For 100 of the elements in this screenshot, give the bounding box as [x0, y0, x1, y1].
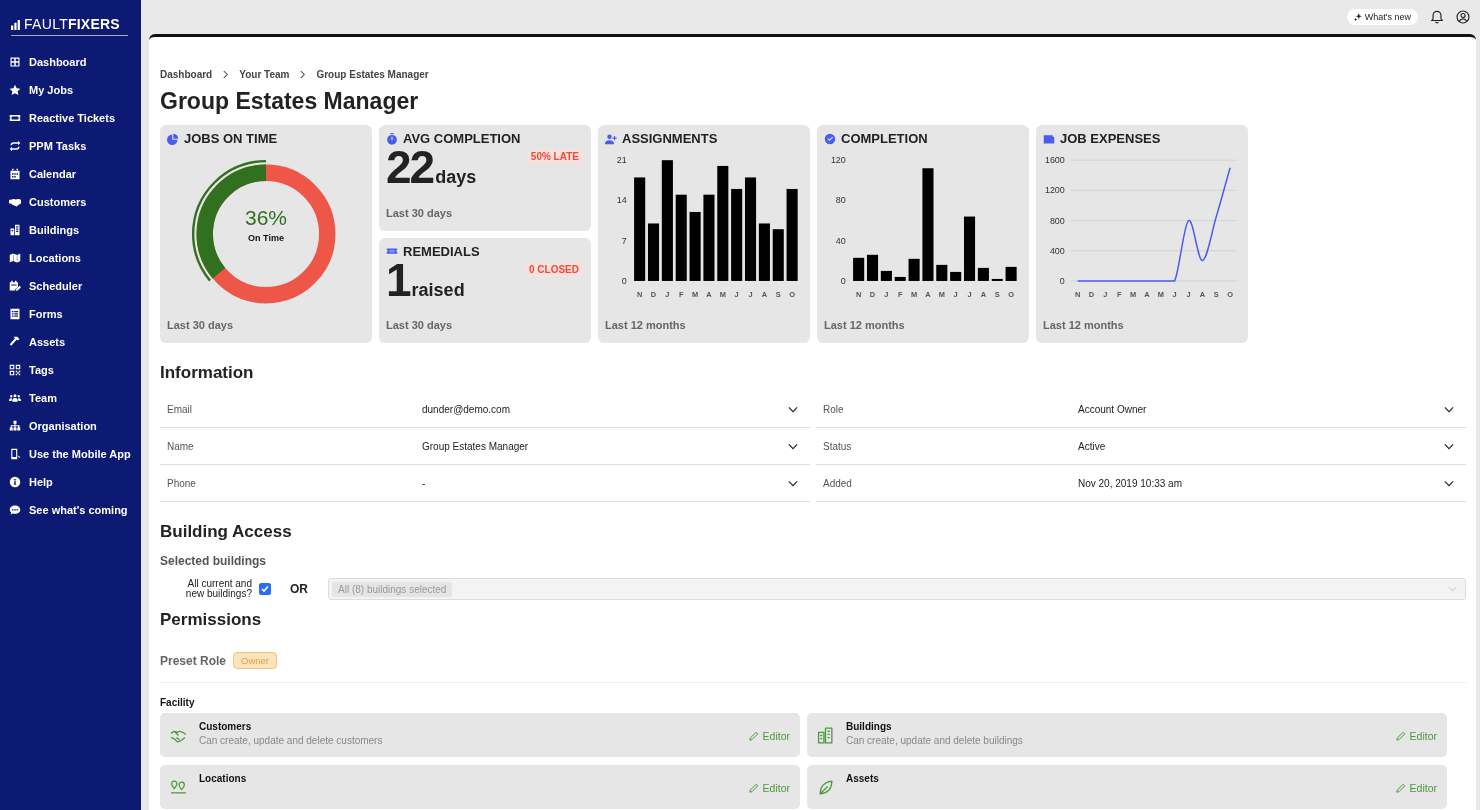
breadcrumb-link[interactable]: Group Estates Manager	[316, 69, 429, 80]
sidebar-item[interactable]: Tags	[0, 356, 141, 384]
sidebar-item[interactable]: Calendar	[0, 160, 141, 188]
calendar-icon	[9, 168, 21, 180]
sidebar-item[interactable]: Buildings	[0, 216, 141, 244]
bar	[772, 229, 784, 281]
person-add-icon	[605, 132, 617, 145]
stat-unit: raised	[411, 279, 465, 301]
ticket-icon	[9, 112, 21, 124]
sidebar-item[interactable]: Organisation	[0, 412, 141, 440]
sidebar-item[interactable]: My Jobs	[0, 76, 141, 104]
repeat-icon	[9, 140, 21, 152]
card-footer: Last 30 days	[167, 319, 365, 337]
whats-new-button[interactable]: What's new	[1346, 9, 1418, 25]
sidebar-item[interactable]: Scheduler	[0, 272, 141, 300]
pencil-icon	[748, 731, 759, 741]
role-badge: Owner	[233, 652, 277, 669]
field-label: Preset Role	[160, 653, 227, 668]
card-title: AVG COMPLETION	[403, 131, 521, 146]
qr-code-icon	[9, 364, 21, 376]
bar	[894, 276, 906, 281]
stat-value: 1	[386, 256, 410, 303]
field-value: Nov 20, 2019 10:33 am	[1078, 477, 1183, 489]
sidebar-item[interactable]: Help	[0, 468, 141, 496]
hierarchy-icon	[9, 420, 21, 432]
sidebar-item[interactable]: Assets	[0, 328, 141, 356]
sidebar-item[interactable]: PPM Tasks	[0, 132, 141, 160]
card-footer: Last 30 days	[386, 319, 584, 337]
info-row[interactable]: Added Nov 20, 2019 10:33 am	[816, 465, 1466, 502]
sidebar-item[interactable]: See what's coming	[0, 496, 141, 524]
section-heading: Information	[160, 363, 255, 383]
info-row[interactable]: Status Active	[816, 428, 1466, 465]
chevron-down-icon[interactable]	[788, 479, 798, 487]
group-heading: Facility	[160, 697, 196, 708]
speech-bubble-icon	[9, 504, 21, 516]
sidebar-item[interactable]: Use the Mobile App	[0, 440, 141, 468]
people-icon	[9, 392, 21, 404]
axis-label: 7	[621, 235, 627, 246]
bar	[991, 278, 1003, 281]
pencil-icon	[748, 783, 759, 793]
ticket-icon	[386, 245, 398, 257]
info-row[interactable]: Name Group Estates Manager	[160, 428, 810, 465]
percentage-reading: 36%	[245, 206, 287, 230]
logo-text: FAULT	[24, 16, 69, 32]
list-icon	[9, 308, 21, 320]
field-label: Added	[823, 477, 853, 489]
logo[interactable]: FAULTFIXERS	[11, 16, 128, 36]
calendar-edit-icon	[9, 280, 21, 292]
card-title: JOB EXPENSES	[1060, 131, 1161, 146]
axis-label: 400	[1049, 245, 1065, 256]
chevron-down-icon[interactable]	[1444, 405, 1454, 413]
checkbox[interactable]	[259, 583, 271, 595]
axis-label: 120	[830, 155, 846, 166]
axis-label: 0	[1059, 275, 1065, 286]
chevron-down-icon[interactable]	[1444, 479, 1454, 487]
chevron-down-icon	[1448, 586, 1457, 592]
selection-chip: All (8) buildings selected	[332, 581, 453, 597]
status-badge: 50% LATE	[525, 150, 584, 163]
bell-icon[interactable]	[1430, 10, 1444, 24]
bar	[950, 271, 962, 281]
building-icon	[817, 727, 834, 744]
building-icon	[9, 224, 21, 236]
chevron-right-icon	[299, 70, 307, 79]
sidebar-item[interactable]: Dashboard	[0, 48, 141, 76]
grid-icon	[9, 56, 21, 68]
info-row[interactable]: Phone -	[160, 465, 810, 502]
user-circle-icon[interactable]	[1456, 10, 1470, 24]
pie-chart-icon	[167, 132, 179, 145]
info-row[interactable]: Email dunder@demo.com	[160, 391, 810, 428]
pencil-icon	[1395, 783, 1406, 793]
sidebar-item[interactable]: Customers	[0, 188, 141, 216]
sidebar-item[interactable]: Team	[0, 384, 141, 412]
chevron-down-icon[interactable]	[1444, 442, 1454, 450]
card-footer: Last 30 days	[386, 206, 584, 225]
chevron-down-icon[interactable]	[788, 442, 798, 450]
chevron-down-icon[interactable]	[788, 405, 798, 413]
stat-unit: days	[435, 167, 477, 188]
sidebar-item[interactable]: Locations	[0, 244, 141, 272]
info-row[interactable]: Role Account Owner	[816, 391, 1466, 428]
stopwatch-icon	[386, 132, 398, 145]
sidebar-item[interactable]: Forms	[0, 300, 141, 328]
field-label: Email	[167, 403, 193, 415]
permission-title: Customers	[199, 721, 253, 732]
axis-label: 14	[616, 195, 627, 206]
field-value: Account Owner	[1078, 403, 1148, 415]
card-footer: Last 12 months	[824, 319, 1022, 337]
bar-chart-icon	[11, 18, 20, 30]
bar	[689, 211, 701, 281]
section-heading: Building Access	[160, 522, 293, 542]
permission-title: Locations	[199, 773, 247, 784]
sidebar-item[interactable]: Reactive Tickets	[0, 104, 141, 132]
status-badge: 0 CLOSED	[524, 262, 584, 276]
breadcrumb-link[interactable]: Your Team	[239, 69, 290, 80]
map-icon	[9, 252, 21, 264]
field-label: Name	[167, 440, 195, 452]
card-title: JOBS ON TIME	[184, 131, 278, 146]
breadcrumb-link[interactable]: Dashboard	[160, 69, 213, 80]
pencil-icon	[1395, 731, 1406, 741]
axis-label: 21	[616, 155, 627, 166]
logo-text-bold: FIXERS	[68, 16, 120, 32]
